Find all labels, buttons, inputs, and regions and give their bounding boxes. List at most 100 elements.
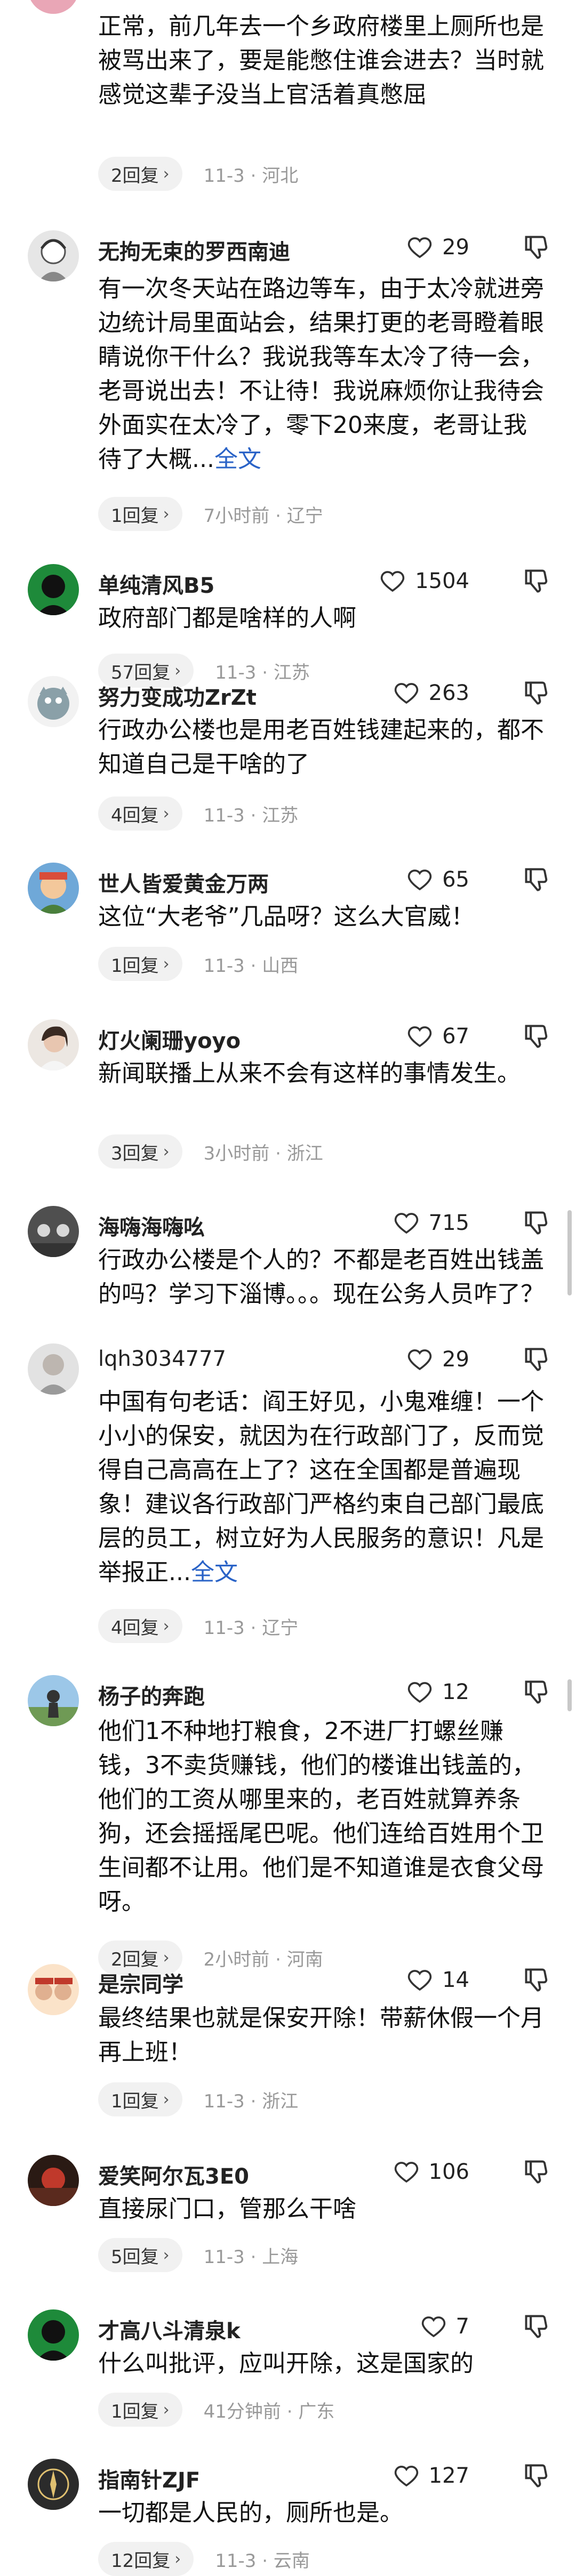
chevron-right-icon: › (163, 804, 170, 823)
avatar[interactable] (28, 1964, 79, 2015)
username[interactable]: 才高八斗清泉k (98, 2314, 241, 2345)
like-button[interactable]: 1504 (380, 566, 469, 596)
like-count: 715 (428, 1211, 469, 1235)
like-button[interactable]: 29 (407, 232, 469, 262)
comment-time-location: 11-3 · 云南 (215, 2550, 310, 2572)
reply-count-button[interactable]: 3回复 › (98, 1134, 182, 1169)
like-button[interactable]: 263 (394, 678, 469, 708)
thumbs-down-icon (525, 681, 548, 705)
comment-meta: 5回复 › 11-3 · 上海 (98, 2238, 298, 2272)
thumbs-down-icon (525, 868, 548, 891)
avatar[interactable] (28, 230, 79, 281)
expand-full-text-link[interactable]: 全文 (191, 1559, 238, 1586)
dislike-button[interactable] (523, 2313, 550, 2340)
username[interactable]: 杨子的奔跑 (98, 1679, 205, 1710)
chevron-right-icon: › (163, 1616, 170, 1636)
reply-count-button[interactable]: 1回复 › (98, 2082, 182, 2116)
reply-count-button[interactable]: 1回复 › (98, 497, 182, 531)
avatar[interactable] (28, 1675, 79, 1726)
chevron-right-icon: › (163, 164, 170, 183)
dislike-button[interactable] (523, 234, 550, 261)
like-button[interactable]: 14 (407, 1965, 469, 1995)
comment-text: 最终结果也就是保安开除！带薪休假一个月再上班！ (98, 2005, 544, 2066)
thumbs-down-icon (525, 1680, 548, 1704)
heart-icon (381, 571, 405, 592)
username[interactable]: lqh3034777 (98, 1347, 226, 1371)
heart-icon (407, 1970, 432, 1991)
comment-meta: 2回复 › 11-3 · 河北 (98, 157, 298, 191)
thumbs-down-icon (525, 1025, 548, 1048)
username[interactable]: 是宗同学 (98, 1967, 183, 1998)
thumbs-down-icon (525, 1211, 548, 1235)
reply-count-button[interactable]: 1回复 › (98, 947, 182, 981)
comment-feed: 正常，前几年去一个乡政府楼里上厕所也是被骂出来了，要是能憋住谁会进去？当时就感觉… (0, 0, 576, 2576)
heart-icon (394, 683, 418, 704)
dislike-button[interactable] (523, 1678, 550, 1706)
comment-text: 中国有句老话：阎王好见，小鬼难缠！一个小小的保安，就因为在行政部门了，反而觉得自… (98, 1388, 544, 1586)
like-button[interactable]: 106 (394, 2157, 469, 2187)
like-button[interactable]: 715 (394, 1208, 469, 1238)
dislike-button[interactable] (523, 1346, 550, 1373)
comment-text: 他们1不种地打粮食，2不进厂打螺丝赚钱，3不卖货赚钱，他们的楼谁出钱盖的，他们的… (98, 1718, 544, 1915)
heart-icon (394, 1213, 418, 1234)
comment-time-location: 11-3 · 上海 (203, 2246, 299, 2268)
comment-meta: 4回复 › 11-3 · 辽宁 (98, 1609, 298, 1643)
like-button[interactable]: 65 (407, 865, 469, 895)
like-count: 263 (428, 681, 469, 705)
avatar[interactable] (28, 2309, 79, 2361)
avatar[interactable] (28, 1206, 79, 1257)
username[interactable]: 灯火阑珊yoyo (98, 1024, 241, 1054)
heart-icon (421, 2316, 445, 2338)
expand-full-text-link[interactable]: 全文 (214, 446, 261, 473)
reply-count-button[interactable]: 4回复 › (98, 1609, 182, 1643)
username[interactable]: 单纯清风B5 (98, 568, 214, 599)
avatar[interactable] (28, 2459, 79, 2510)
username[interactable]: 爱笑阿尔瓦3E0 (98, 2159, 249, 2190)
avatar[interactable] (28, 2155, 79, 2206)
like-count: 65 (442, 867, 469, 892)
thumbs-down-icon (525, 1348, 548, 1371)
like-button[interactable]: 12 (407, 1677, 469, 1707)
like-button[interactable]: 7 (421, 2312, 469, 2341)
dislike-button[interactable] (523, 679, 550, 707)
username[interactable]: 无拘无束的罗西南迪 (98, 235, 290, 265)
like-count: 106 (428, 2160, 469, 2184)
dislike-button[interactable] (523, 866, 550, 893)
avatar[interactable] (28, 0, 79, 14)
dislike-button[interactable] (523, 1209, 550, 1237)
avatar[interactable] (28, 1343, 79, 1395)
avatar[interactable] (28, 863, 79, 914)
username[interactable]: 世人皆爱黄金万两 (98, 867, 269, 898)
avatar[interactable] (28, 1019, 79, 1070)
comment-time-location: 7小时前 · 辽宁 (203, 505, 323, 527)
avatar[interactable] (28, 676, 79, 727)
reply-count-button[interactable]: 4回复 › (98, 796, 182, 831)
comment-time-location: 11-3 · 江苏 (203, 804, 299, 826)
dislike-button[interactable] (523, 567, 550, 595)
thumbs-down-icon (525, 2464, 548, 2488)
chevron-right-icon: › (174, 2549, 181, 2569)
username[interactable]: 指南针ZJF (98, 2463, 200, 2494)
reply-count-button[interactable]: 1回复 › (98, 2393, 182, 2427)
reply-count-button[interactable]: 2回复 › (98, 157, 182, 191)
comment-text: 有一次冬天站在路边等车，由于太冷就进旁边统计局里面站会，结果打更的老哥瞪着眼睛说… (98, 275, 544, 473)
reply-count-button[interactable]: 12回复 › (98, 2542, 194, 2576)
like-button[interactable]: 29 (407, 1345, 469, 1374)
dislike-button[interactable] (523, 2158, 550, 2186)
comment-time-location: 11-3 · 山西 (203, 955, 299, 977)
like-button[interactable]: 127 (394, 2461, 469, 2491)
heart-icon (407, 870, 432, 891)
like-button[interactable]: 67 (407, 1021, 469, 1051)
avatar[interactable] (28, 564, 79, 615)
heart-icon (394, 2466, 418, 2487)
dislike-button[interactable] (523, 2462, 550, 2490)
comment-meta: 12回复 › 11-3 · 云南 (98, 2542, 310, 2576)
comment-time-location: 3小时前 · 浙江 (203, 1142, 323, 1164)
reply-count-button[interactable]: 5回复 › (98, 2238, 182, 2272)
scrollbar-thumb[interactable] (567, 1210, 572, 1295)
username[interactable]: 努力变成功ZrZt (98, 680, 257, 711)
scrollbar-thumb[interactable] (567, 1679, 572, 1711)
dislike-button[interactable] (523, 1966, 550, 1994)
username[interactable]: 海嗨海嗨吆 (98, 1210, 205, 1241)
dislike-button[interactable] (523, 1023, 550, 1050)
